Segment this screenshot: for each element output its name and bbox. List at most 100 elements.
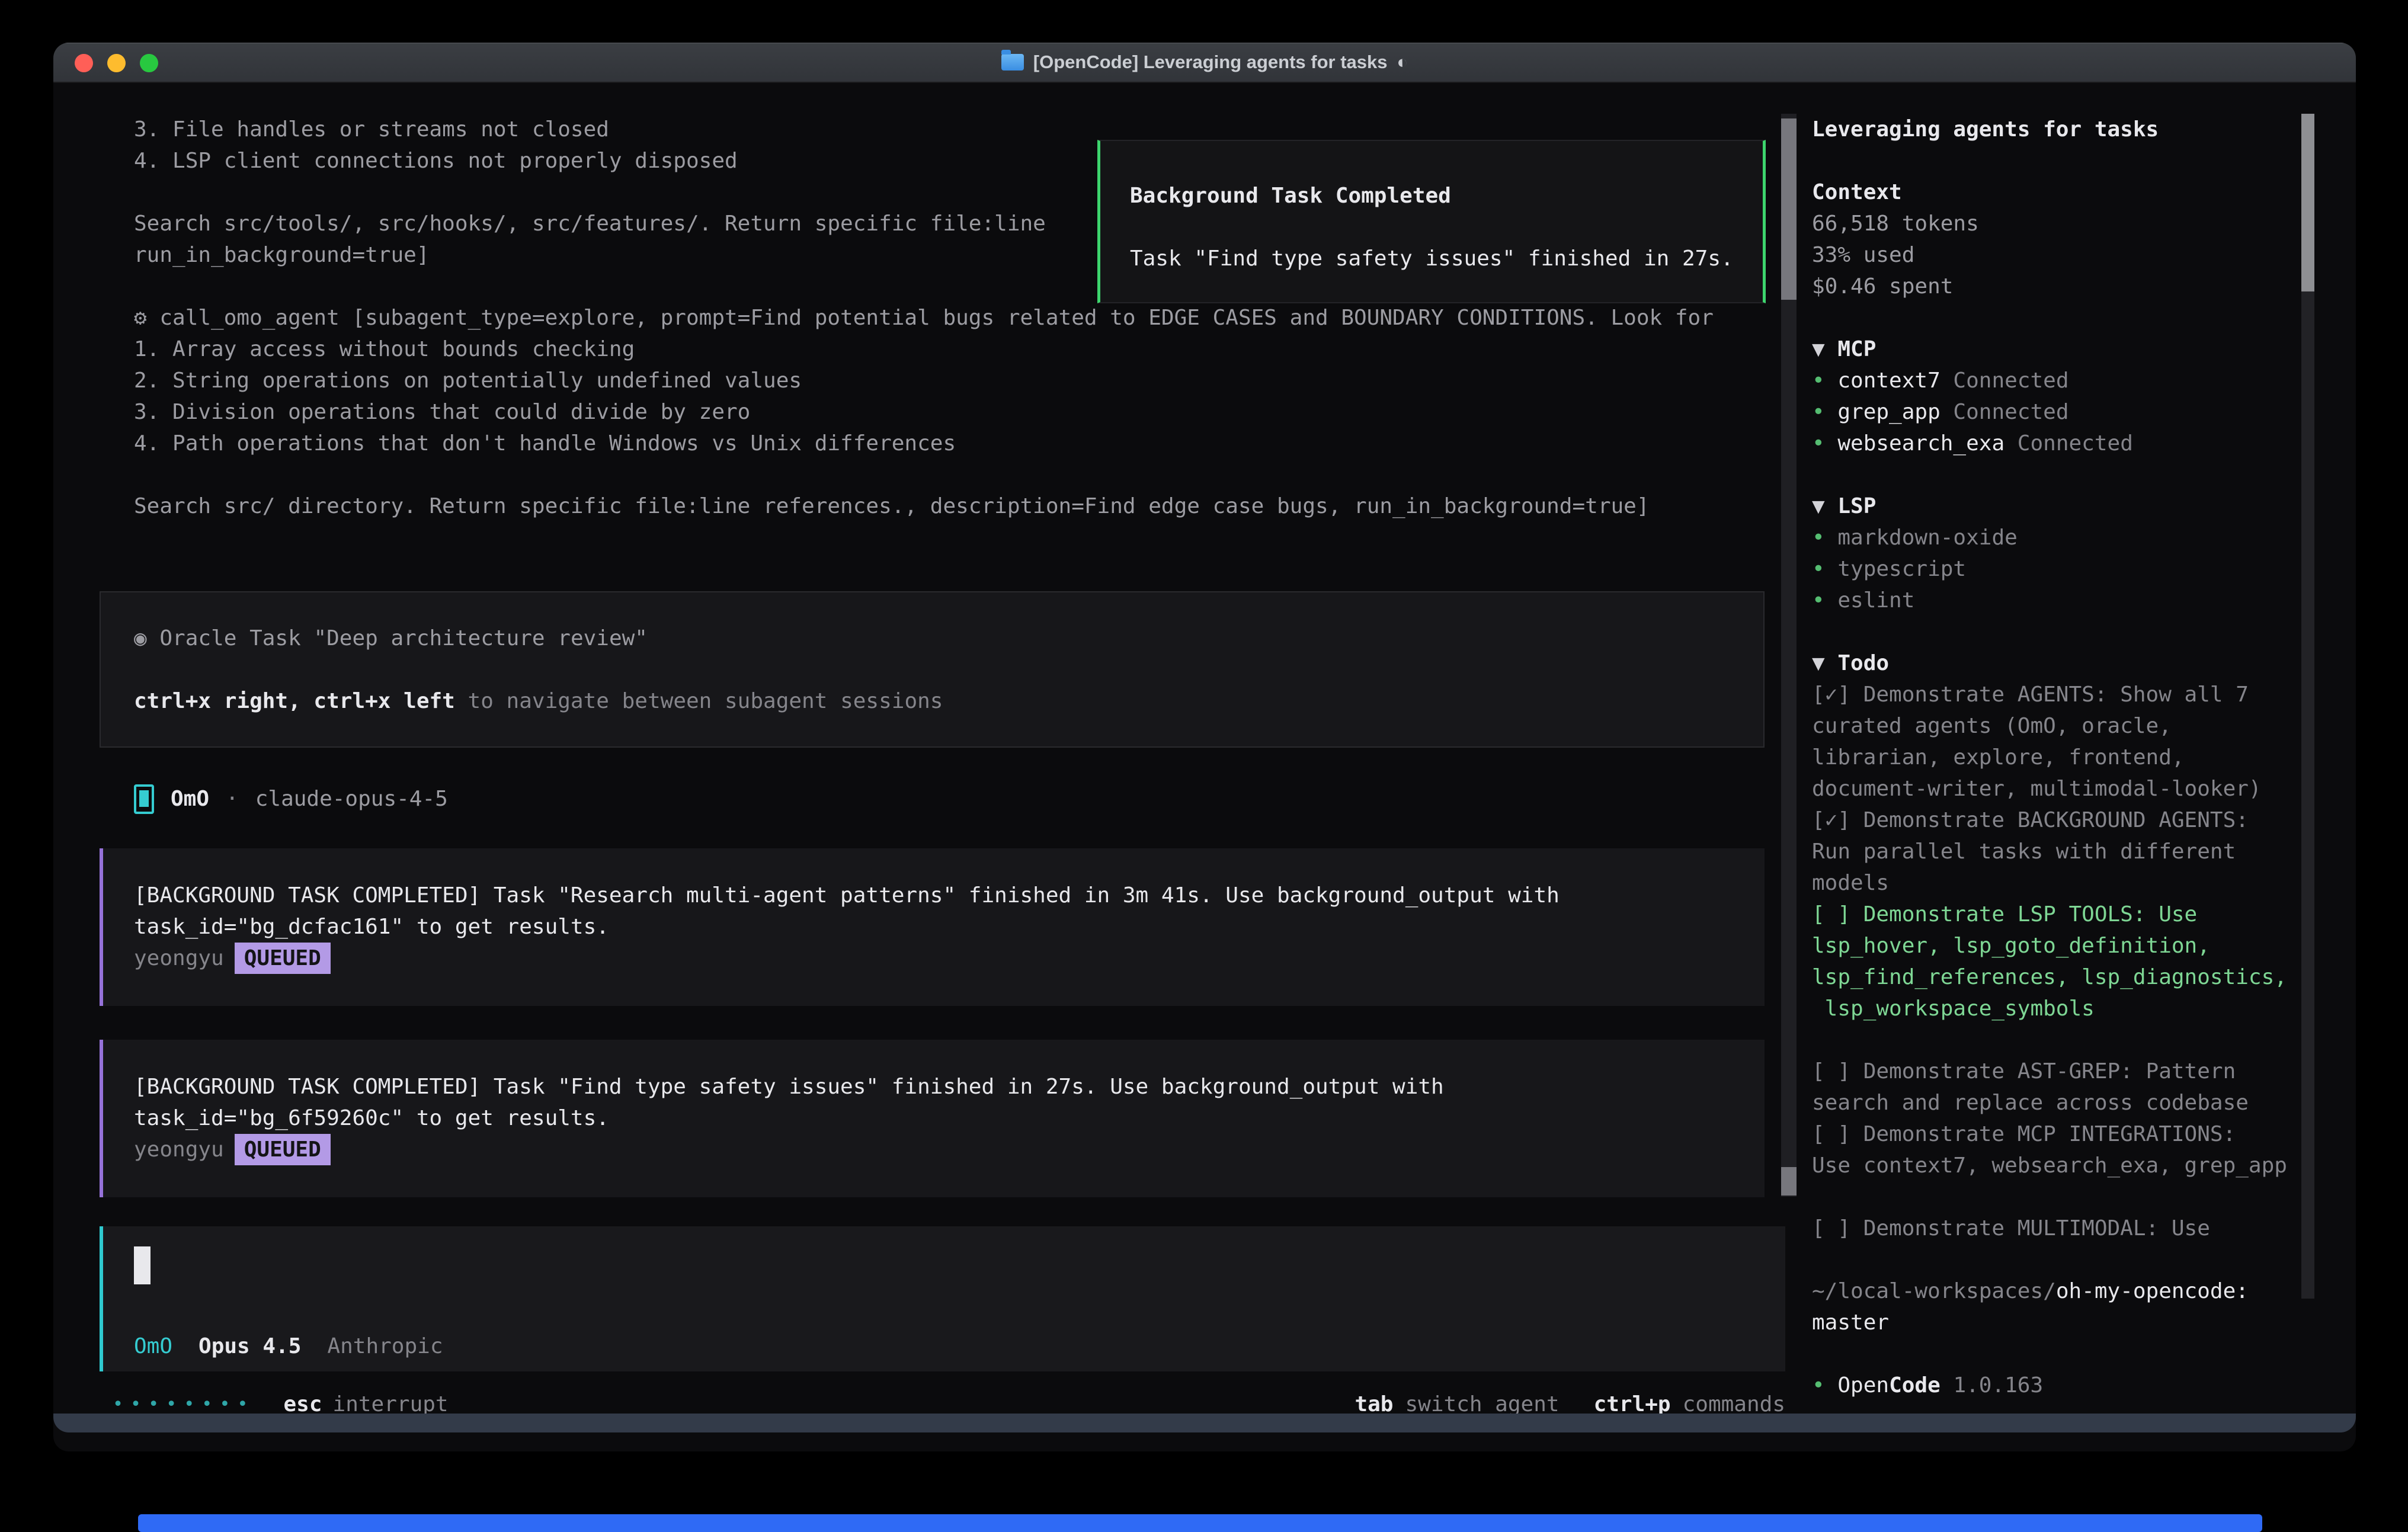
- main-scrollbar-thumb-bottom[interactable]: [1781, 1167, 1797, 1196]
- task-line2: task_id="bg_dcfac161" to get results.: [134, 911, 1765, 943]
- sidebar-blank-line: [1812, 1181, 2304, 1213]
- oracle-hint-rest: to navigate between subagent sessions: [455, 689, 943, 713]
- task-user: yeongyu: [134, 946, 224, 970]
- context-line: $0.46 spent: [1812, 271, 2304, 302]
- close-button[interactable]: [75, 54, 93, 72]
- oracle-hint-line: ctrl+x right, ctrl+x left to navigate be…: [134, 685, 1763, 717]
- traffic-lights: [75, 43, 158, 83]
- terminal-line: 3. Division operations that could divide…: [134, 396, 1714, 428]
- minimize-button[interactable]: [107, 54, 126, 72]
- background-window-edge: [138, 1514, 2262, 1532]
- sidebar-blank-line: [1812, 459, 2304, 491]
- terminal-line: 4. Path operations that don't handle Win…: [134, 428, 1714, 459]
- task-status-line: yeongyu QUEUED: [134, 943, 1765, 974]
- input-model: Opus 4.5: [198, 1331, 301, 1362]
- agent-name: OmO: [171, 783, 209, 815]
- zoom-button[interactable]: [140, 54, 158, 72]
- toast-title: Background Task Completed: [1130, 180, 1763, 211]
- terminal-line: [134, 459, 1714, 491]
- terminal-line: 2. String operations on potentially unde…: [134, 365, 1714, 396]
- task-line1: [BACKGROUND TASK COMPLETED] Task "Resear…: [134, 880, 1765, 911]
- esc-key-label: interrupt: [333, 1392, 449, 1416]
- sidebar-blank-line: [1812, 1244, 2304, 1275]
- background-task-message: [BACKGROUND TASK COMPLETED] Task "Resear…: [100, 848, 1765, 1006]
- session-state-icon: ◐: [1397, 52, 1408, 73]
- status-badge: QUEUED: [235, 1134, 331, 1165]
- lsp-item: • typescript: [1812, 553, 2304, 585]
- todo-line: lsp_find_references, lsp_diagnostics,: [1812, 961, 2304, 993]
- mcp-item: • context7 Connected: [1812, 365, 2304, 396]
- sidebar-blank-line: [1812, 145, 2304, 177]
- task-line2: task_id="bg_6f59260c" to get results.: [134, 1102, 1765, 1134]
- section-todo[interactable]: ▼ Todo: [1812, 648, 2304, 679]
- task-user: yeongyu: [134, 1137, 224, 1162]
- ctrlp-key-label: commands: [1683, 1392, 1785, 1416]
- terminal-window: [OpenCode] Leveraging agents for tasks ◐…: [53, 43, 2356, 1451]
- window-title: [OpenCode] Leveraging agents for tasks ◐: [1001, 52, 1408, 73]
- todo-line: [ ] Demonstrate MCP INTEGRATIONS:: [1812, 1118, 2304, 1150]
- background-task-toast: Background Task Completed Task "Find typ…: [1097, 140, 1766, 303]
- section-mcp[interactable]: ▼ MCP: [1812, 334, 2304, 365]
- lsp-item: • eslint: [1812, 585, 2304, 616]
- input-meta: OmO Opus 4.5 Anthropic: [134, 1331, 443, 1362]
- todo-line: [✓] Demonstrate BACKGROUND AGENTS:: [1812, 805, 2304, 836]
- tab-key-label: switch agent: [1405, 1392, 1559, 1416]
- section-lsp[interactable]: ▼ LSP: [1812, 491, 2304, 522]
- todo-line: curated agents (OmO, oracle,: [1812, 710, 2304, 742]
- terminal-line: ⚙ call_omo_agent [subagent_type=explore,…: [134, 302, 1714, 334]
- workspace-path: ~/local-workspaces/oh-my-opencode:: [1812, 1275, 2304, 1307]
- sidebar-blank-line: [1812, 1338, 2304, 1370]
- todo-line: librarian, explore, frontend,: [1812, 742, 2304, 773]
- sidebar-scrollbar-track[interactable]: [2301, 114, 2314, 1299]
- sidebar-blank-line: [1812, 1024, 2304, 1056]
- sidebar-scrollbar-thumb[interactable]: [2301, 114, 2314, 291]
- task-line1: [BACKGROUND TASK COMPLETED] Task "Find t…: [134, 1071, 1765, 1102]
- agent-separator: ·: [226, 783, 239, 815]
- mcp-item: • grep_app Connected: [1812, 396, 2304, 428]
- agent-icon: [134, 784, 154, 814]
- workspace-branch: master: [1812, 1307, 2304, 1338]
- sidebar-title: Leveraging agents for tasks: [1812, 114, 2304, 145]
- todo-line: [ ] Demonstrate LSP TOOLS: Use: [1812, 899, 2304, 930]
- input-agent: OmO: [134, 1331, 172, 1362]
- window-bottom-edge: [53, 1414, 2356, 1432]
- folder-icon: [1001, 54, 1024, 70]
- todo-line: [ ] Demonstrate AST-GREP: Pattern: [1812, 1056, 2304, 1087]
- prompt-input[interactable]: OmO Opus 4.5 Anthropic: [100, 1226, 1785, 1371]
- app-version: • OpenCode 1.0.163: [1812, 1370, 2304, 1401]
- agent-model: claude-opus-4-5: [255, 783, 448, 815]
- background-task-message: [BACKGROUND TASK COMPLETED] Task "Find t…: [100, 1040, 1765, 1197]
- agent-header: OmO · claude-opus-4-5: [134, 783, 448, 815]
- ctrlp-key-hint: ctrl+p: [1594, 1392, 1671, 1416]
- text-cursor: [134, 1246, 150, 1284]
- oracle-title-line: ◉ Oracle Task "Deep architecture review": [134, 623, 1763, 654]
- todo-line: search and replace across codebase: [1812, 1087, 2304, 1118]
- todo-line: lsp_hover, lsp_goto_definition,: [1812, 930, 2304, 961]
- session-sidebar: Leveraging agents for tasksContext66,518…: [1812, 114, 2304, 1401]
- todo-line: [ ] Demonstrate MULTIMODAL: Use: [1812, 1213, 2304, 1244]
- terminal-line: Search src/ directory. Return specific f…: [134, 491, 1714, 522]
- oracle-hint-keys: ctrl+x right, ctrl+x left: [134, 689, 455, 713]
- oracle-icon: ◉: [134, 626, 147, 650]
- toast-body: Task "Find type safety issues" finished …: [1130, 243, 1763, 274]
- main-scrollbar-thumb[interactable]: [1781, 118, 1797, 300]
- oracle-task-box: ◉ Oracle Task "Deep architecture review"…: [100, 591, 1765, 748]
- esc-key-hint: esc: [284, 1392, 322, 1416]
- sidebar-blank-line: [1812, 302, 2304, 334]
- task-status-line: yeongyu QUEUED: [134, 1134, 1765, 1165]
- input-provider: Anthropic: [327, 1331, 443, 1362]
- title-bar[interactable]: [OpenCode] Leveraging agents for tasks ◐: [53, 43, 2356, 83]
- terminal-line: 1. Array access without bounds checking: [134, 334, 1714, 365]
- lsp-item: • markdown-oxide: [1812, 522, 2304, 553]
- tab-key-hint: tab: [1354, 1392, 1393, 1416]
- mcp-item: • websearch_exa Connected: [1812, 428, 2304, 459]
- todo-line: [✓] Demonstrate AGENTS: Show all 7: [1812, 679, 2304, 710]
- spinner-dots-icon: ••••••••: [113, 1394, 255, 1415]
- todo-line: lsp_workspace_symbols: [1812, 993, 2304, 1024]
- sidebar-blank-line: [1812, 616, 2304, 648]
- todo-line: models: [1812, 867, 2304, 899]
- context-line: 33% used: [1812, 239, 2304, 271]
- todo-line: Run parallel tasks with different: [1812, 836, 2304, 867]
- todo-line: document-writer, multimodal-looker): [1812, 773, 2304, 805]
- status-badge: QUEUED: [235, 943, 331, 974]
